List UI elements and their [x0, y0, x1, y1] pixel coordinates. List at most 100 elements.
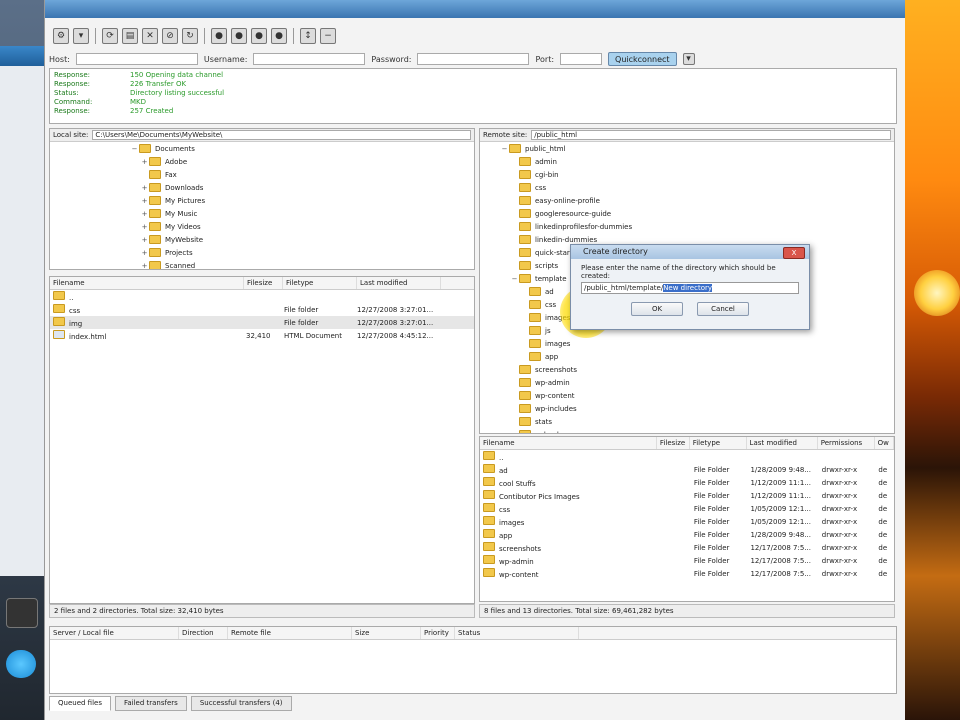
expand-icon[interactable]: + [140, 197, 149, 205]
host-input[interactable] [75, 53, 198, 65]
expand-icon[interactable]: + [140, 158, 149, 166]
skype-icon[interactable] [6, 650, 36, 678]
speed-limit-icon[interactable]: ↕ [300, 28, 316, 44]
table-row[interactable]: images File Folder 1/05/2009 12:1... drwxr-… [480, 515, 894, 528]
tree-item[interactable]: wp-admin [480, 376, 894, 389]
tree-item[interactable]: cgi-bin [480, 168, 894, 181]
table-row[interactable]: css File Folder 1/05/2009 12:1... drwxr-xr-… [480, 502, 894, 515]
column-header[interactable]: Ow [875, 437, 894, 449]
tree-item[interactable]: googleresource-guide [480, 207, 894, 220]
tree-item[interactable]: + My Videos [50, 220, 474, 233]
tree-item[interactable]: easy-online-profile [480, 194, 894, 207]
tab-successful-transfers[interactable]: Successful transfers (4) [190, 696, 292, 711]
expand-icon[interactable]: + [140, 236, 149, 244]
column-header[interactable]: Filetype [690, 437, 747, 449]
window-titlebar[interactable] [45, 0, 905, 18]
tree-item[interactable]: + Scanned [50, 259, 474, 270]
column-header[interactable]: Last modified [357, 277, 441, 289]
desktop-shortcut-icon[interactable] [6, 598, 38, 628]
column-header[interactable]: Status [455, 627, 579, 639]
local-path-input[interactable]: C:\Users\Me\Documents\MyWebsite\ [92, 130, 471, 140]
close-icon[interactable]: X [783, 247, 805, 259]
column-header[interactable]: Server / Local file [50, 627, 179, 639]
filename-cell: screenshots [480, 542, 659, 553]
log-key: Response: [54, 80, 90, 88]
tree-item[interactable]: − Documents [50, 142, 474, 155]
chevron-down-icon[interactable]: ▾ [682, 53, 695, 65]
directory-name-input[interactable]: /public_html/template/New directory [581, 282, 799, 294]
column-header[interactable]: Direction [179, 627, 228, 639]
tab-failed-transfers[interactable]: Failed transfers [114, 696, 187, 711]
search-icon[interactable]: ● [271, 28, 287, 44]
cancel-button[interactable]: Cancel [697, 302, 749, 316]
tree-item[interactable]: app [480, 350, 894, 363]
cancel-icon[interactable]: ✕ [142, 28, 158, 44]
table-row[interactable]: wp-content File Folder 12/17/2008 7:5... dr… [480, 567, 894, 580]
filter-icon[interactable]: ● [211, 28, 227, 44]
expand-icon[interactable]: + [140, 210, 149, 218]
tree-item[interactable]: linkedinprofilesfor-dummies [480, 220, 894, 233]
tree-item[interactable]: + My Pictures [50, 194, 474, 207]
expand-icon[interactable]: − [500, 145, 509, 153]
column-header[interactable]: Filename [50, 277, 244, 289]
column-header[interactable]: Priority [421, 627, 455, 639]
desktop-wallpaper [904, 0, 960, 720]
tree-item[interactable]: admin [480, 155, 894, 168]
expand-icon[interactable]: + [140, 262, 149, 270]
tree-item[interactable]: + Downloads [50, 181, 474, 194]
table-row[interactable]: wp-admin File Folder 12/17/2008 7:5... drwx… [480, 554, 894, 567]
table-row[interactable]: app File Folder 1/28/2009 9:48... drwxr-xr-… [480, 528, 894, 541]
table-row[interactable]: css File folder 12/27/2008 3:27:01... [50, 303, 474, 316]
tree-item[interactable]: − public_html [480, 142, 894, 155]
compare-icon[interactable]: ● [231, 28, 247, 44]
table-row[interactable]: Contibutor Pics Images File Folder 1/12/20… [480, 489, 894, 502]
minus-icon[interactable]: − [320, 28, 336, 44]
column-header[interactable]: Remote file [228, 627, 352, 639]
expand-icon[interactable]: − [510, 275, 519, 283]
tree-item[interactable]: wp-includes [480, 402, 894, 415]
tree-item[interactable]: uploads [480, 428, 894, 433]
remote-path-input[interactable]: /public_html [531, 130, 891, 140]
column-header[interactable]: Filesize [657, 437, 690, 449]
expand-icon[interactable]: + [140, 223, 149, 231]
table-row[interactable]: cool Stuffs File Folder 1/12/2009 11:1... d… [480, 476, 894, 489]
column-header[interactable]: Filetype [283, 277, 357, 289]
table-row[interactable]: .. [480, 450, 894, 463]
tree-item[interactable]: + My Music [50, 207, 474, 220]
refresh-icon[interactable]: ⟳ [102, 28, 118, 44]
column-header[interactable]: Filesize [244, 277, 283, 289]
tree-item[interactable]: + Projects [50, 246, 474, 259]
expand-icon[interactable]: + [140, 249, 149, 257]
column-header[interactable]: Filename [480, 437, 657, 449]
table-row[interactable]: index.html 32,410 HTML Document 12/27/2008 … [50, 329, 474, 342]
tree-item[interactable]: + MyWebsite [50, 233, 474, 246]
tree-item[interactable]: wp-content [480, 389, 894, 402]
column-header[interactable]: Last modified [747, 437, 818, 449]
username-input[interactable] [253, 53, 366, 65]
column-header[interactable]: Permissions [818, 437, 875, 449]
disconnect-icon[interactable]: ⊘ [162, 28, 178, 44]
table-row[interactable]: img File folder 12/27/2008 3:27:01... [50, 316, 474, 329]
site-manager-icon[interactable]: ⚙ [53, 28, 69, 44]
tree-item[interactable]: screenshots [480, 363, 894, 376]
expand-icon[interactable]: − [130, 145, 139, 153]
expand-icon[interactable]: + [140, 184, 149, 192]
sync-browsing-icon[interactable]: ● [251, 28, 267, 44]
tree-item[interactable]: stats [480, 415, 894, 428]
tree-item[interactable]: css [480, 181, 894, 194]
tree-item[interactable]: images [480, 337, 894, 350]
tree-item[interactable]: Fax [50, 168, 474, 181]
tab-queued-files[interactable]: Queued files [49, 696, 111, 711]
reconnect-icon[interactable]: ↻ [182, 28, 198, 44]
connect-icon[interactable]: ▾ [73, 28, 89, 44]
port-input[interactable] [560, 53, 603, 65]
process-queue-icon[interactable]: ▤ [122, 28, 138, 44]
table-row[interactable]: .. [50, 290, 474, 303]
table-row[interactable]: ad File Folder 1/28/2009 9:48... drwxr-xr-x… [480, 463, 894, 476]
tree-item[interactable]: + Adobe [50, 155, 474, 168]
ok-button[interactable]: OK [631, 302, 683, 316]
password-input[interactable] [417, 53, 530, 65]
table-row[interactable]: screenshots File Folder 12/17/2008 7:5... d… [480, 541, 894, 554]
column-header[interactable]: Size [352, 627, 421, 639]
quickconnect-button[interactable]: Quickconnect [608, 52, 677, 66]
